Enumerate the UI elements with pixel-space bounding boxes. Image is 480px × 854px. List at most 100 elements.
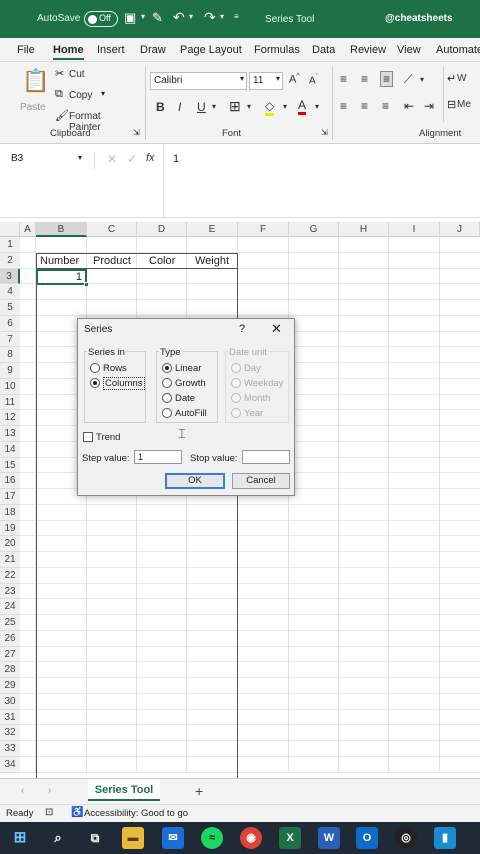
task-view-icon[interactable]: ⧉ xyxy=(84,827,106,849)
row-header-5[interactable]: 5 xyxy=(0,300,20,316)
help-button[interactable]: ? xyxy=(239,323,245,335)
radio-weekday-label[interactable]: Weekday xyxy=(244,378,283,389)
align-right-icon[interactable]: ≡ xyxy=(382,99,389,113)
row-header-32[interactable]: 32 xyxy=(0,725,20,741)
wrap-text-button[interactable]: ↵ W xyxy=(447,73,480,87)
radio-month-label[interactable]: Month xyxy=(244,393,270,404)
formula-input[interactable]: 1 xyxy=(173,153,179,165)
outlook-icon[interactable]: O xyxy=(356,827,378,849)
spotify-icon[interactable]: ≈ xyxy=(201,827,223,849)
underline-icon[interactable]: U xyxy=(197,100,206,114)
column-header-a[interactable]: A xyxy=(20,222,36,237)
radio-linear-label[interactable]: Linear xyxy=(175,363,201,374)
fill-color-icon[interactable]: ◇ xyxy=(265,99,275,116)
column-header-g[interactable]: G xyxy=(289,222,339,237)
column-header-h[interactable]: H xyxy=(339,222,389,237)
header-cell-weight[interactable]: Weight xyxy=(195,255,229,267)
windows-start-icon[interactable]: ⊞ xyxy=(9,827,31,849)
row-header-2[interactable]: 2 xyxy=(0,252,20,269)
row-header-29[interactable]: 29 xyxy=(0,678,20,694)
increase-font-icon[interactable]: A^ xyxy=(289,73,300,86)
row-header-20[interactable]: 20 xyxy=(0,536,20,552)
font-color-dropdown-icon[interactable]: ▾ xyxy=(315,102,319,111)
save-icon[interactable]: ▣ xyxy=(124,10,136,26)
chrome-icon[interactable]: ◉ xyxy=(240,827,262,849)
row-header-19[interactable]: 19 xyxy=(0,520,20,537)
orientation-dropdown-icon[interactable]: ▾ xyxy=(420,75,424,84)
tab-automate[interactable]: Automate xyxy=(436,44,480,56)
format-icon[interactable]: ✎ xyxy=(152,10,163,26)
row-header-18[interactable]: 18 xyxy=(0,504,20,521)
radio-month[interactable] xyxy=(231,393,241,403)
worksheet-grid[interactable]: ABCDEFGHIJ 1 2 3 4 5 6 7 8 9 10 11 12 13 14 15 16 17 18 19… xyxy=(0,222,480,778)
fill-handle[interactable] xyxy=(84,282,89,287)
column-header-c[interactable]: C xyxy=(87,222,137,237)
more-commands-icon[interactable]: ≡ xyxy=(234,12,239,21)
merge-button[interactable]: ⊟ Me xyxy=(447,99,480,113)
mail-icon[interactable]: ✉ xyxy=(162,827,184,849)
radio-growth[interactable] xyxy=(162,378,172,388)
dialog-launcher-icon[interactable]: ⇲ xyxy=(321,128,328,137)
row-header-16[interactable]: 16 xyxy=(0,473,20,489)
dialog-launcher-icon[interactable]: ⇲ xyxy=(133,128,140,137)
radio-autofill[interactable] xyxy=(162,408,172,418)
tab-file[interactable]: File xyxy=(17,44,35,56)
cut-button[interactable]: ✂ Cut xyxy=(55,68,115,82)
decrease-font-icon[interactable]: Aˇ xyxy=(309,74,318,86)
row-header-8[interactable]: 8 xyxy=(0,347,20,363)
radio-rows[interactable] xyxy=(90,363,100,373)
font-size-select[interactable]: 11 ▾ xyxy=(249,72,283,90)
macro-record-icon[interactable]: ⊡ xyxy=(45,807,53,818)
radio-date-label[interactable]: Date xyxy=(175,393,195,404)
step-value-input[interactable]: 1 xyxy=(134,450,182,464)
row-header-14[interactable]: 14 xyxy=(0,441,20,458)
align-left-icon[interactable]: ≡ xyxy=(340,99,347,113)
borders-icon[interactable]: ⊞ xyxy=(229,98,241,115)
obs-icon[interactable]: ◎ xyxy=(395,827,417,849)
search-icon[interactable]: ⌕ xyxy=(47,827,69,849)
radio-columns-label[interactable]: Columns xyxy=(103,377,145,390)
cancel-icon[interactable]: ✕ xyxy=(107,152,117,166)
bold-icon[interactable]: B xyxy=(156,100,165,114)
active-cell-b3[interactable]: 1 xyxy=(36,269,87,285)
tab-insert[interactable]: Insert xyxy=(97,44,125,56)
stop-value-input[interactable] xyxy=(242,450,290,464)
row-header-24[interactable]: 24 xyxy=(0,599,20,615)
tab-home[interactable]: Home xyxy=(53,44,84,60)
radio-year[interactable] xyxy=(231,408,241,418)
italic-icon[interactable]: I xyxy=(178,100,181,114)
row-header-15[interactable]: 15 xyxy=(0,457,20,474)
header-cell-number[interactable]: Number xyxy=(40,255,79,267)
radio-day-label[interactable]: Day xyxy=(244,363,261,374)
accessibility-status[interactable]: Accessibility: Good to go xyxy=(84,808,188,819)
underline-dropdown-icon[interactable]: ▾ xyxy=(212,102,216,111)
excel-icon[interactable]: X xyxy=(279,827,301,849)
radio-weekday[interactable] xyxy=(231,378,241,388)
row-header-30[interactable]: 30 xyxy=(0,693,20,710)
header-cell-color[interactable]: Color xyxy=(149,255,175,267)
orientation-icon[interactable]: ⟋ xyxy=(404,72,412,87)
row-header-22[interactable]: 22 xyxy=(0,567,20,584)
select-all-corner[interactable] xyxy=(0,222,20,237)
row-header-7[interactable]: 7 xyxy=(0,331,20,348)
ok-button[interactable]: OK xyxy=(165,473,225,489)
row-header-26[interactable]: 26 xyxy=(0,630,20,647)
row-header-27[interactable]: 27 xyxy=(0,646,20,663)
row-header-4[interactable]: 4 xyxy=(0,284,20,300)
radio-year-label[interactable]: Year xyxy=(244,408,263,419)
tab-page-layout[interactable]: Page Layout xyxy=(180,44,242,56)
cancel-button[interactable]: Cancel xyxy=(232,473,290,489)
radio-linear[interactable] xyxy=(162,363,172,373)
row-header-21[interactable]: 21 xyxy=(0,552,20,568)
column-header-f[interactable]: F xyxy=(238,222,289,237)
row-header-10[interactable]: 10 xyxy=(0,378,20,395)
header-cell-product[interactable]: Product xyxy=(93,255,131,267)
align-bottom-icon[interactable]: ≡ xyxy=(380,71,394,87)
autosave-toggle[interactable]: Off xyxy=(84,11,118,27)
row-header-12[interactable]: 12 xyxy=(0,410,20,426)
borders-dropdown-icon[interactable]: ▾ xyxy=(247,102,251,111)
font-color-icon[interactable]: A xyxy=(298,98,307,115)
close-icon[interactable]: ✕ xyxy=(271,321,282,337)
paste-button[interactable]: 📋 Paste xyxy=(18,68,50,120)
row-header-9[interactable]: 9 xyxy=(0,363,20,379)
